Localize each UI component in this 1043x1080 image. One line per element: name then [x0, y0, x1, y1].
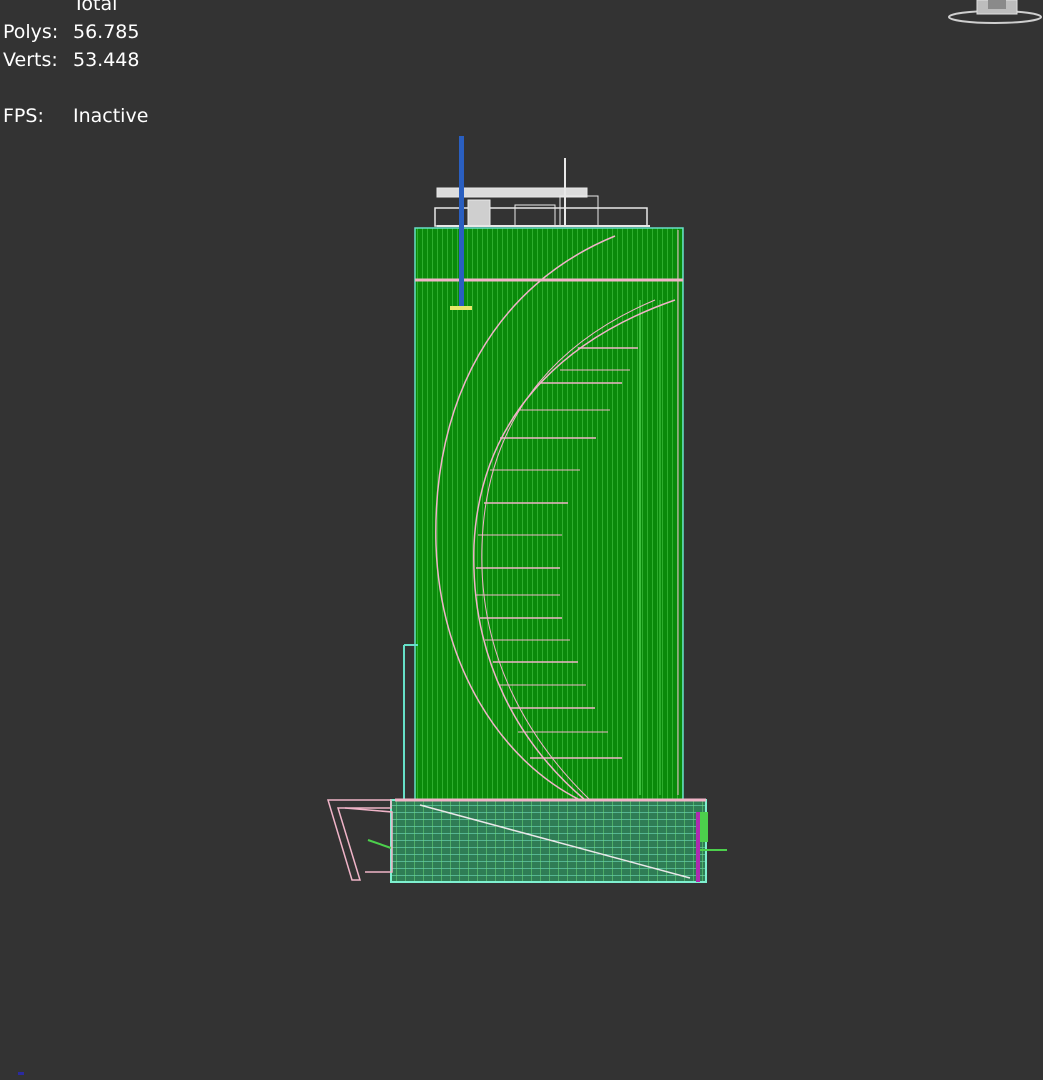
axis-tripod-icon	[18, 1072, 24, 1075]
viewport[interactable]: Total Polys: 56.785 Verts: 53.448 FPS: I…	[0, 0, 1043, 1080]
podium-base	[367, 798, 727, 883]
roof-equipment	[434, 158, 650, 227]
building-wireframe-model[interactable]	[0, 0, 1043, 1080]
canopy-outline	[326, 799, 393, 881]
